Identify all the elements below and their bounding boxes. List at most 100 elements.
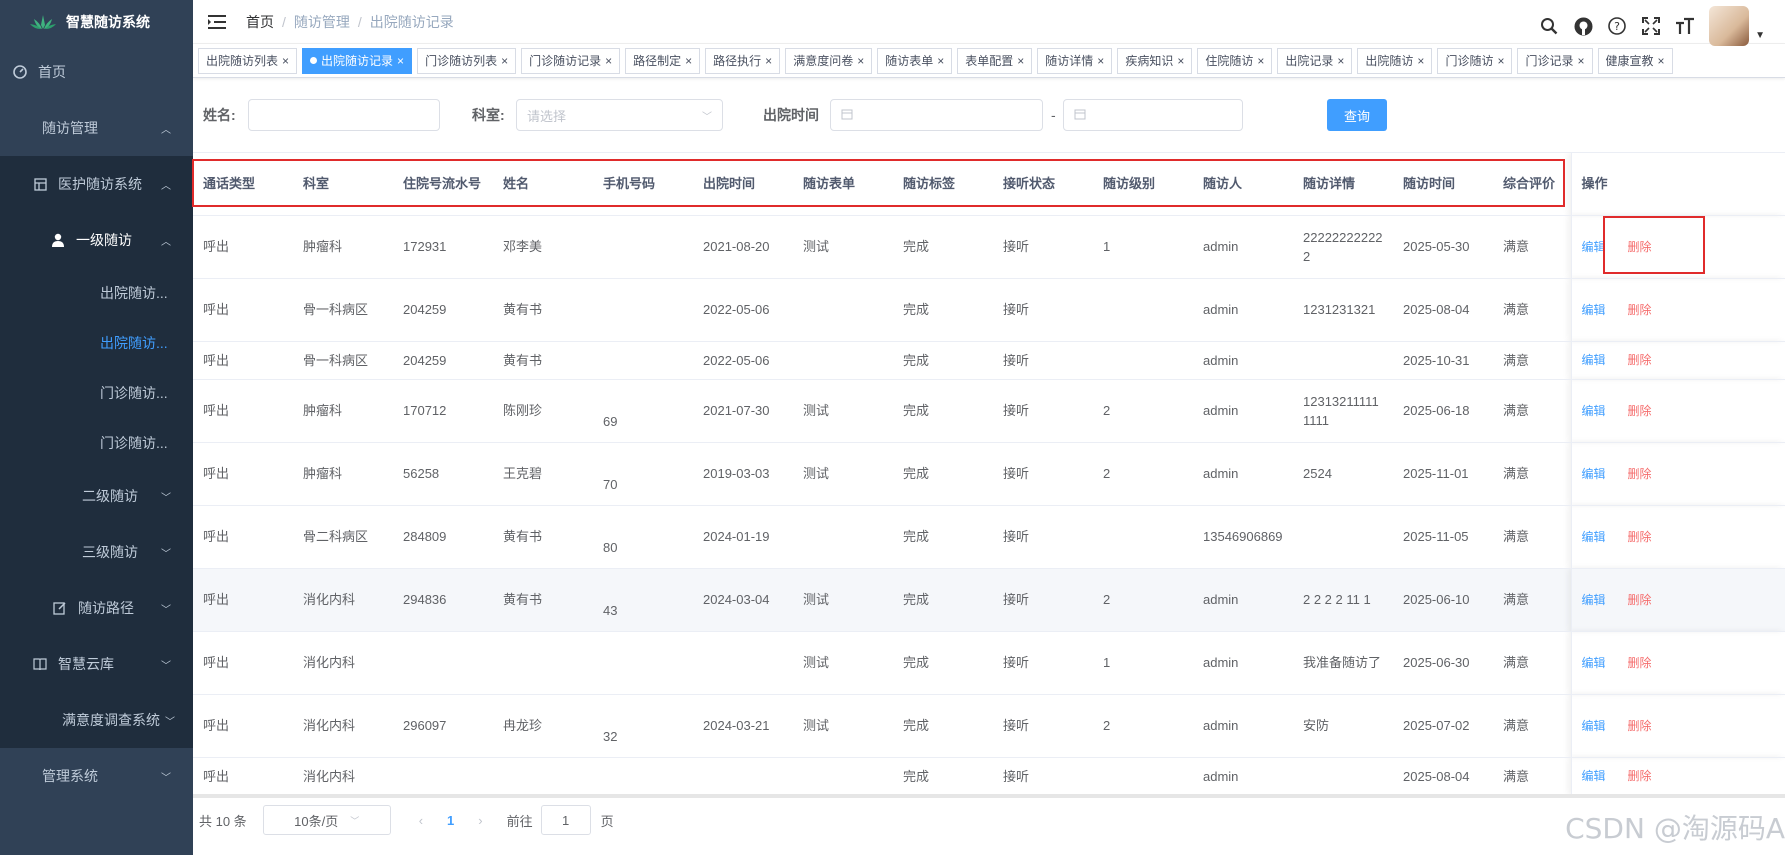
hamburger-icon[interactable] — [208, 14, 226, 29]
delete-button[interactable]: 删除 — [1628, 404, 1652, 418]
edit-button[interactable]: 编辑 — [1582, 404, 1606, 418]
question-icon[interactable]: ? — [1607, 16, 1627, 36]
avatar[interactable] — [1709, 6, 1750, 46]
table-row[interactable]: 呼出 消化内科 完成 接听 admin 2025-08-04 满意 编辑 删除 — [193, 757, 1785, 796]
tab-item[interactable]: 住院随访 × — [1197, 47, 1273, 74]
tab-item[interactable]: 出院记录 × — [1277, 47, 1353, 74]
prev-page-icon[interactable]: ‹ — [419, 813, 423, 828]
tab-item[interactable]: 健康宣教 × — [1597, 47, 1673, 74]
delete-button[interactable]: 删除 — [1628, 719, 1652, 733]
table-row[interactable]: 呼出 消化内科 测试 完成 接听 1 admin 我准备随访了 2025-06-30 满意 编辑 删除 — [193, 631, 1785, 695]
close-icon[interactable]: × — [1577, 49, 1584, 73]
github-icon[interactable] — [1573, 16, 1593, 36]
delete-button[interactable]: 删除 — [1628, 656, 1652, 670]
table-row[interactable]: 呼出 消化内科 294836 黄有书 43 2024-03-04 测试 完成 接听 2 admin 2… — [193, 568, 1785, 632]
table-row[interactable]: 呼出 肿瘤科 172931 邓李美 2021-08-20 测试 完成 接听 1 admin 2222… — [193, 215, 1785, 279]
edit-button[interactable]: 编辑 — [1582, 769, 1606, 783]
close-icon[interactable]: × — [685, 49, 692, 73]
delete-button[interactable]: 删除 — [1628, 593, 1652, 607]
current-page[interactable]: 1 — [447, 813, 454, 828]
close-icon[interactable]: × — [1417, 49, 1424, 73]
tab-item[interactable]: 表单配置 × — [957, 47, 1033, 74]
tab-item[interactable]: 门诊随访 × — [1437, 47, 1513, 74]
sidebar-item-discharge-record[interactable]: 出院随访... — [0, 318, 193, 368]
tab-item[interactable]: 疾病知识 × — [1117, 47, 1193, 74]
search-icon[interactable] — [1539, 16, 1559, 36]
table-row[interactable]: 呼出 消化内科 296097 冉龙珍 32 2024-03-21 测试 完成 接听 2 admin 安… — [193, 694, 1785, 758]
tab-item[interactable]: 出院随访列表 × — [198, 47, 298, 74]
edit-button[interactable]: 编辑 — [1582, 593, 1606, 607]
table-row[interactable]: 呼出 肿瘤科 56258 王克碧 70 2019-03-03 测试 完成 接听 2 admin 252… — [193, 442, 1785, 506]
caret-down-icon[interactable]: ▼ — [1755, 30, 1765, 41]
close-icon[interactable]: × — [1337, 49, 1344, 73]
sidebar-item-followup-mgmt[interactable]: 随访管理 ︿ — [0, 100, 193, 156]
close-icon[interactable]: × — [1017, 49, 1024, 73]
close-icon[interactable]: × — [937, 49, 944, 73]
sidebar-item-survey[interactable]: 满意度调查系统 ﹀ — [0, 692, 193, 748]
sidebar-item-nursing-system[interactable]: 医护随访系统 ︿ — [0, 156, 193, 212]
edit-button[interactable]: 编辑 — [1582, 467, 1606, 481]
edit-button[interactable]: 编辑 — [1582, 719, 1606, 733]
sidebar-item-discharge-list[interactable]: 出院随访... — [0, 268, 193, 318]
tab-item[interactable]: 门诊记录 × — [1517, 47, 1593, 74]
chevron-up-icon: ︿ — [161, 124, 171, 136]
page-size-select[interactable]: 10条/页 ﹀ — [262, 805, 391, 835]
tab-item[interactable]: 随访详情 × — [1037, 47, 1113, 74]
close-icon[interactable]: × — [1658, 49, 1665, 73]
close-icon[interactable]: × — [1097, 49, 1104, 73]
close-icon[interactable]: × — [1497, 49, 1504, 73]
name-input[interactable] — [248, 99, 440, 131]
table-cell: 2 — [1093, 442, 1193, 506]
sidebar-item-home[interactable]: 首页 — [0, 44, 193, 100]
close-icon[interactable]: × — [1257, 49, 1264, 73]
tab-item[interactable]: 门诊随访列表 × — [417, 47, 517, 74]
tab-item[interactable]: 出院随访 × — [1357, 47, 1433, 74]
delete-button[interactable]: 删除 — [1628, 353, 1652, 367]
tab-item[interactable]: 路径执行 × — [705, 47, 781, 74]
query-button[interactable]: 查询 — [1327, 99, 1387, 131]
close-icon[interactable]: × — [605, 49, 612, 73]
tab-item[interactable]: 出院随访记录 × — [302, 47, 413, 74]
sidebar-item-level1[interactable]: 一级随访 ︿ — [0, 212, 193, 268]
edit-button[interactable]: 编辑 — [1582, 240, 1606, 254]
discharge-end-date[interactable] — [1063, 99, 1243, 131]
edit-button[interactable]: 编辑 — [1582, 656, 1606, 670]
tab-item[interactable]: 满意度问卷 × — [785, 47, 873, 74]
close-icon[interactable]: × — [1177, 49, 1184, 73]
sidebar-item-level3[interactable]: 三级随访 ﹀ — [0, 524, 193, 580]
delete-button[interactable]: 删除 — [1628, 467, 1652, 481]
discharge-start-date[interactable] — [830, 99, 1043, 131]
delete-button[interactable]: 删除 — [1628, 303, 1652, 317]
sidebar-item-outpatient-record[interactable]: 门诊随访... — [0, 418, 193, 468]
sidebar-item-level2[interactable]: 二级随访 ﹀ — [0, 468, 193, 524]
delete-button[interactable]: 删除 — [1628, 530, 1652, 544]
table-row[interactable]: 呼出 肿瘤科 170712 陈刚珍 69 2021-07-30 测试 完成 接听 2 admin 12… — [193, 379, 1785, 443]
sidebar-item-outpatient-list[interactable]: 门诊随访... — [0, 368, 193, 418]
edit-button[interactable]: 编辑 — [1582, 353, 1606, 367]
edit-button[interactable]: 编辑 — [1582, 303, 1606, 317]
table-row[interactable]: 呼出 骨一科病区 204259 黄有书 2022-05-06 完成 接听 admin 2025-… — [193, 341, 1785, 380]
data-table: 通话类型 科室 住院号流水号 姓名 手机号码 出院时间 随访表单 随访标签 接听状态 随访级别 随访… — [193, 152, 1785, 798]
goto-input[interactable]: 1 — [540, 805, 591, 835]
edit-button[interactable]: 编辑 — [1582, 530, 1606, 544]
fullscreen-icon[interactable] — [1641, 16, 1661, 36]
sidebar-item-path[interactable]: 随访路径 ﹀ — [0, 580, 193, 636]
delete-button[interactable]: 删除 — [1628, 769, 1652, 783]
close-icon[interactable]: × — [282, 49, 289, 73]
close-icon[interactable]: × — [501, 49, 508, 73]
breadcrumb-home[interactable]: 首页 — [246, 14, 274, 30]
tab-item[interactable]: 随访表单 × — [877, 47, 953, 74]
close-icon[interactable]: × — [765, 49, 772, 73]
table-row[interactable]: 呼出 骨二科病区 284809 黄有书 80 2024-01-19 完成 接听 13546906… — [193, 505, 1785, 569]
tab-item[interactable]: 门诊随访记录 × — [521, 47, 621, 74]
table-row[interactable]: 呼出 骨一科病区 204259 黄有书 2022-05-06 完成 接听 admin 12312… — [193, 278, 1785, 342]
table-cell: 测试 — [793, 694, 893, 758]
sidebar-item-admin[interactable]: 管理系统 ﹀ — [0, 748, 193, 804]
next-page-icon[interactable]: › — [478, 813, 482, 828]
font-size-icon[interactable] — [1675, 16, 1695, 36]
close-icon[interactable]: × — [857, 49, 864, 73]
close-icon[interactable]: × — [397, 49, 404, 73]
tab-item[interactable]: 路径制定 × — [625, 47, 701, 74]
dept-select[interactable]: 请选择 ﹀ — [516, 99, 723, 131]
sidebar-item-cloud[interactable]: 智慧云库 ﹀ — [0, 636, 193, 692]
